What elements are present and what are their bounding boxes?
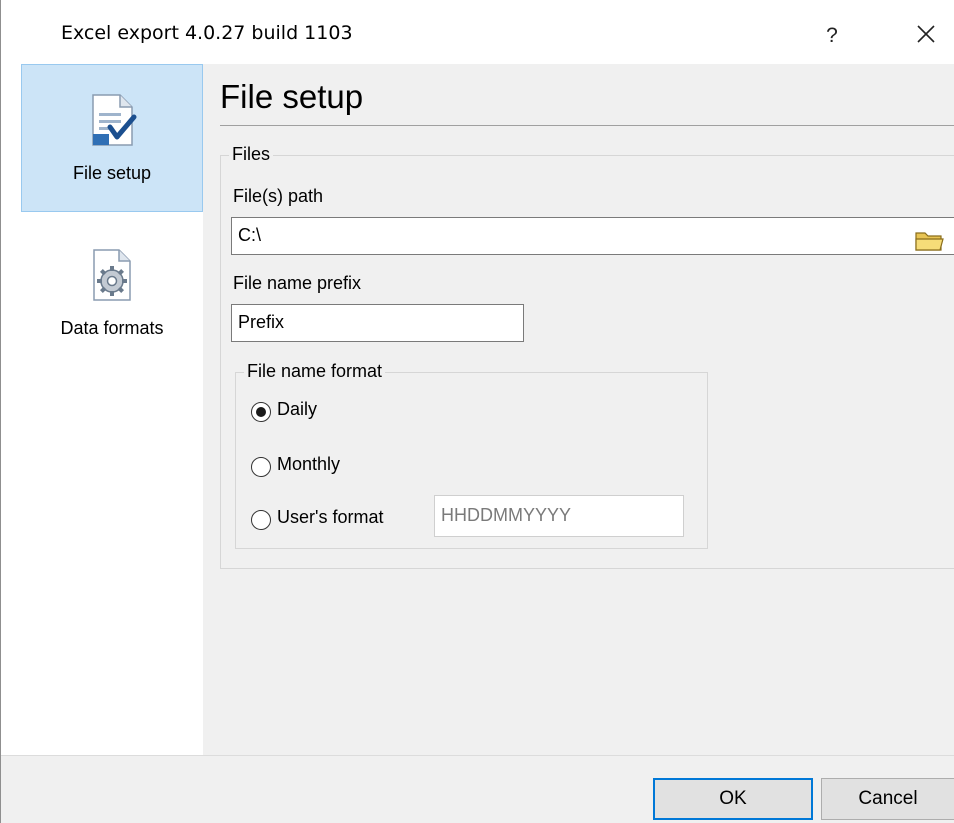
users-format-input[interactable]: HHDDMMYYYY — [434, 495, 684, 537]
sidebar: File setup Data formats — [1, 64, 203, 756]
sidebar-item-data-formats[interactable]: Data formats — [21, 236, 203, 384]
sidebar-item-file-setup[interactable]: File setup — [21, 64, 203, 212]
radio-daily[interactable] — [251, 402, 271, 422]
window-title: Excel export 4.0.27 build 1103 — [61, 22, 353, 44]
close-button[interactable] — [906, 14, 946, 54]
ok-button[interactable]: OK — [653, 778, 813, 820]
title-bar: Excel export 4.0.27 build 1103 ? — [1, 0, 954, 64]
file-name-prefix-label: File name prefix — [233, 273, 362, 293]
radio-daily-label[interactable]: Daily — [277, 399, 317, 420]
footer-divider — [1, 755, 954, 756]
export-dialog: Excel export 4.0.27 build 1103 ? File se… — [0, 0, 954, 823]
radio-monthly[interactable] — [251, 457, 271, 477]
sidebar-item-label: File setup — [72, 163, 152, 183]
document-checkmark-icon — [92, 94, 137, 146]
file-name-format-legend: File name format — [244, 361, 386, 382]
close-icon — [917, 25, 935, 43]
file-path-label: File(s) path — [233, 186, 324, 206]
help-button[interactable]: ? — [817, 18, 847, 54]
document-gear-icon — [93, 249, 131, 301]
sidebar-item-label: Data formats — [60, 318, 164, 338]
radio-users-format[interactable] — [251, 510, 271, 530]
file-name-prefix-input[interactable]: Prefix — [231, 304, 524, 342]
title-divider — [220, 125, 954, 126]
radio-monthly-label[interactable]: Monthly — [277, 454, 340, 475]
radio-users-format-label[interactable]: User's format — [277, 507, 383, 528]
cancel-button[interactable]: Cancel — [821, 778, 954, 820]
browse-folder-button[interactable] — [912, 225, 946, 255]
files-group-legend: Files — [229, 144, 274, 165]
page-title: File setup — [220, 78, 364, 115]
folder-icon — [915, 232, 944, 251]
file-path-input[interactable]: C:\ — [231, 217, 954, 255]
